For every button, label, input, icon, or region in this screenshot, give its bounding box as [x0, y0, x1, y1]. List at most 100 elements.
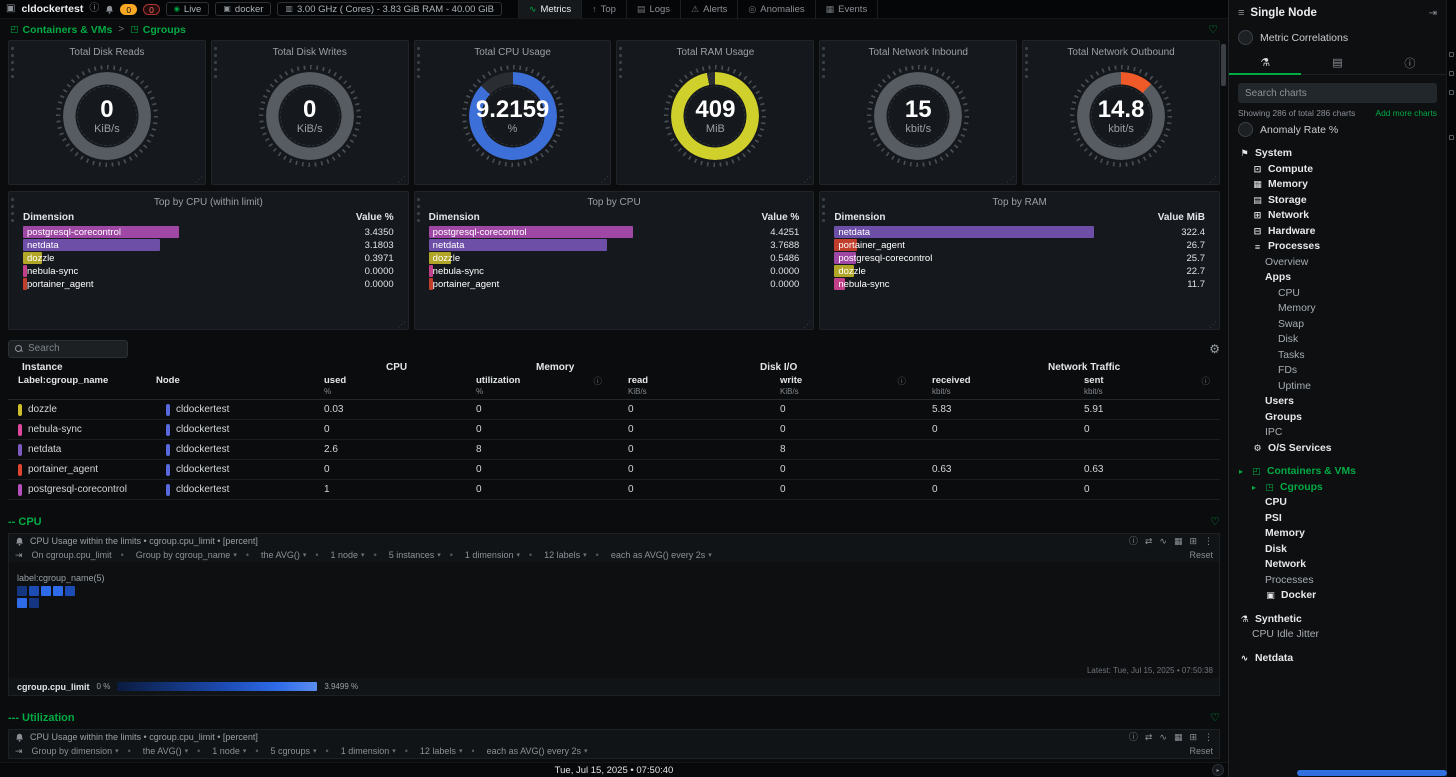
- sidebar-item-apps[interactable]: Apps: [1229, 270, 1446, 286]
- resize-handle-icon[interactable]: ⋰: [803, 321, 811, 329]
- toolbar-chip[interactable]: 5 cgroups▾: [255, 746, 316, 756]
- chart-type-icon[interactable]: ∿: [1159, 537, 1167, 546]
- chart-grid-icon[interactable]: ▦: [1174, 733, 1183, 742]
- sidebar-item-network[interactable]: ⊞Network: [1229, 208, 1446, 224]
- sidebar-item-storage[interactable]: ▤Storage: [1229, 193, 1446, 209]
- toolbar-chip[interactable]: the AVG()▾: [246, 550, 307, 560]
- table-column-header[interactable]: Label:cgroup_name: [8, 375, 156, 396]
- strip-layout-icon[interactable]: [1449, 71, 1454, 76]
- chart-kebab-icon[interactable]: ⋮: [1204, 733, 1213, 742]
- reset-button[interactable]: Reset: [1189, 746, 1213, 756]
- top-table-row[interactable]: postgresql-corecontrol25.7: [834, 252, 1205, 264]
- sidebar-item-memory[interactable]: Memory: [1229, 526, 1446, 542]
- sidebar-item-disk[interactable]: Disk: [1229, 332, 1446, 348]
- sidebar-item-processes[interactable]: Processes: [1229, 573, 1446, 589]
- tab-definitions[interactable]: ▤: [1301, 51, 1373, 74]
- strip-charts-icon[interactable]: [1449, 90, 1454, 95]
- resize-handle-icon[interactable]: ⋰: [803, 176, 811, 184]
- skip-to-end-icon[interactable]: ⇥: [15, 550, 23, 561]
- chart-info-icon[interactable]: ⓘ: [1129, 733, 1138, 742]
- table-row[interactable]: postgresql-corecontrolcldockertest100000: [8, 480, 1220, 500]
- toolbar-chip[interactable]: Group by dimension▾: [32, 746, 119, 756]
- sidebar-item-docker[interactable]: ▣Docker: [1229, 588, 1446, 604]
- cpu-heart-icon[interactable]: ♡: [1210, 515, 1220, 528]
- sidebar-item-cpu[interactable]: CPU: [1229, 495, 1446, 511]
- toolbar-chip[interactable]: each as AVG() every 2s▾: [596, 550, 712, 560]
- top-table-row[interactable]: portainer_agent0.0000: [23, 278, 394, 290]
- top-table-row[interactable]: netdata3.1803: [23, 239, 394, 251]
- chart-grid-icon[interactable]: ▦: [1174, 537, 1183, 546]
- top-table-row[interactable]: nebula-sync0.0000: [23, 265, 394, 277]
- metric-correlations-toggle[interactable]: [1238, 30, 1253, 45]
- sidebar-item-overview[interactable]: Overview: [1229, 255, 1446, 271]
- sidebar-item-memory[interactable]: Memory: [1229, 301, 1446, 317]
- sidebar-item-cgroups[interactable]: ▸◳Cgroups: [1229, 480, 1446, 496]
- sidebar-collapse-icon[interactable]: ⇥: [1429, 8, 1437, 19]
- table-column-header[interactable]: readKiB/s: [612, 375, 764, 396]
- chart-kebab-icon[interactable]: ⋮: [1204, 537, 1213, 546]
- critical-alerts-badge[interactable]: 0: [143, 4, 160, 15]
- sidebar-item-cpu-idle-jitter[interactable]: CPU Idle Jitter: [1229, 627, 1446, 643]
- chart-hover-toolbar[interactable]: [417, 47, 420, 78]
- table-row[interactable]: dozzlecldockertest0.030005.835.91: [8, 400, 1220, 420]
- top-table-row[interactable]: nebula-sync11.7: [834, 278, 1205, 290]
- chart-alerts-bell-icon[interactable]: [15, 537, 24, 546]
- sidebar-item-disk[interactable]: Disk: [1229, 542, 1446, 558]
- top-table-row[interactable]: netdata3.7688: [429, 239, 800, 251]
- charts-search-box[interactable]: [1238, 83, 1437, 103]
- toolbar-chip[interactable]: 1 node▾: [315, 550, 364, 560]
- docker-pill[interactable]: ▣ docker: [215, 2, 271, 16]
- table-column-header[interactable]: writeKiB/sⓘ: [764, 375, 916, 396]
- legend-cell[interactable]: [41, 586, 51, 596]
- table-settings-gear-icon[interactable]: ⚙: [1209, 342, 1220, 356]
- sidebar-item-cpu[interactable]: CPU: [1229, 286, 1446, 302]
- toolbar-chip[interactable]: 12 labels▾: [405, 746, 463, 756]
- sidebar-item-memory[interactable]: ▦Memory: [1229, 177, 1446, 193]
- sidebar-item-system[interactable]: ⚑System: [1229, 146, 1446, 162]
- sidebar-item-processes[interactable]: ≡Processes: [1229, 239, 1446, 255]
- chart-hover-toolbar[interactable]: [822, 47, 825, 78]
- chart-shuffle-icon[interactable]: ⇄: [1145, 733, 1153, 742]
- chart-type-icon[interactable]: ∿: [1159, 733, 1167, 742]
- resize-handle-icon[interactable]: ⋰: [398, 176, 406, 184]
- resize-handle-icon[interactable]: ⋰: [1209, 176, 1217, 184]
- anomaly-rate-toggle[interactable]: [1238, 122, 1253, 137]
- sidebar-item-synthetic[interactable]: ⚗Synthetic: [1229, 612, 1446, 628]
- table-column-header[interactable]: Node: [156, 375, 308, 396]
- chart-hover-toolbar[interactable]: [619, 47, 622, 78]
- resize-handle-icon[interactable]: ⋰: [195, 176, 203, 184]
- chart-hover-toolbar[interactable]: [417, 198, 420, 222]
- chart-shuffle-icon[interactable]: ⇄: [1145, 537, 1153, 546]
- sidebar-item-groups[interactable]: Groups: [1229, 410, 1446, 426]
- top-table-row[interactable]: dozzle0.3971: [23, 252, 394, 264]
- strip-help-icon[interactable]: [1449, 135, 1454, 140]
- node-info-icon[interactable]: ⓘ: [89, 4, 99, 14]
- chart-add-icon[interactable]: ⊞: [1189, 537, 1197, 546]
- toolbar-chip[interactable]: 1 dimension▾: [326, 746, 396, 756]
- chart-hover-toolbar[interactable]: [11, 198, 14, 222]
- breadcrumb-section[interactable]: ◰ Containers & VMs: [10, 24, 112, 36]
- resize-handle-icon[interactable]: ⋰: [1209, 321, 1217, 329]
- node-name[interactable]: cldockertest: [21, 3, 83, 15]
- column-info-icon[interactable]: ⓘ: [1201, 375, 1210, 387]
- sidebar-item-fds[interactable]: FDs: [1229, 363, 1446, 379]
- legend-cell[interactable]: [29, 586, 39, 596]
- table-row[interactable]: portainer_agentcldockertest00000.630.63: [8, 460, 1220, 480]
- top-table-row[interactable]: nebula-sync0.0000: [429, 265, 800, 277]
- table-column-header[interactable]: receivedkbit/s: [916, 375, 1068, 396]
- sidebar-item-ipc[interactable]: IPC: [1229, 425, 1446, 441]
- sidebar-item-users[interactable]: Users: [1229, 394, 1446, 410]
- resize-handle-icon[interactable]: ⋰: [1006, 176, 1014, 184]
- legend-cell[interactable]: [17, 598, 27, 608]
- topbar-tab-metrics[interactable]: ∿Metrics: [518, 0, 581, 19]
- column-info-icon[interactable]: ⓘ: [593, 375, 602, 387]
- top-table-row[interactable]: dozzle22.7: [834, 265, 1205, 277]
- cpu-footer-gradient-bar[interactable]: [117, 682, 317, 691]
- breadcrumb-page[interactable]: ◳ Cgroups: [130, 24, 186, 36]
- tab-charts[interactable]: ⚗: [1229, 51, 1301, 74]
- topbar-tab-alerts[interactable]: ⚠Alerts: [680, 0, 737, 19]
- chart-hover-toolbar[interactable]: [11, 47, 14, 78]
- chart-info-icon[interactable]: ⓘ: [1129, 537, 1138, 546]
- chart-hover-toolbar[interactable]: [214, 47, 217, 78]
- table-column-header[interactable]: utilization%ⓘ: [460, 375, 612, 396]
